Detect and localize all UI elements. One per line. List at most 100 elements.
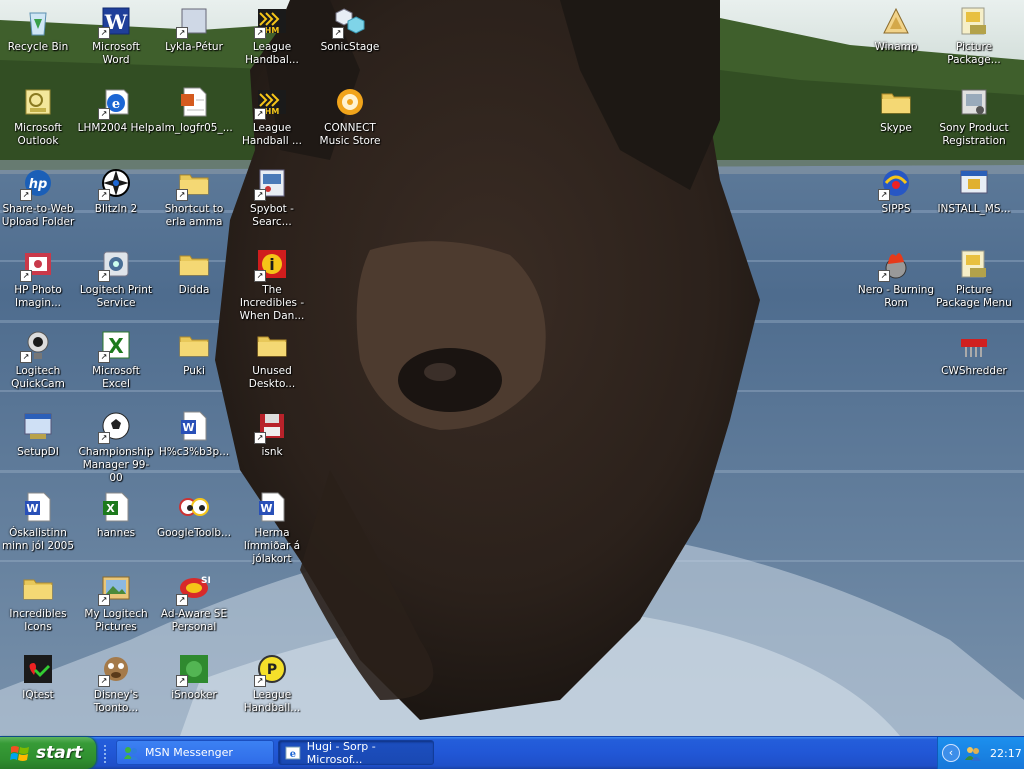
folder-icon (177, 328, 211, 362)
desktop-icon-label: Microsoft Word (92, 41, 140, 66)
desktop-icon-incredibles-icons[interactable]: Incredibles Icons (0, 569, 77, 634)
desktop-icon-setupdi[interactable]: SetupDI (0, 407, 77, 459)
folder-icon (177, 247, 211, 281)
desktop-icon-didda[interactable]: Didda (155, 245, 233, 297)
windows-flag-icon (10, 746, 29, 761)
system-tray: ‹ 22:17 (937, 737, 1024, 769)
desktop[interactable]: Recycle Bin W ↗ Microsoft Word ↗ Lykla-Pétur H… (0, 0, 1024, 736)
taskbar-grip[interactable] (104, 745, 109, 763)
desktop-icon-sonicstage[interactable]: ↗ SonicStage (311, 2, 389, 54)
desktop-icon-connect-music-store[interactable]: CONNECT Music Store (311, 83, 389, 148)
show-hidden-icons-button[interactable]: ‹ (942, 744, 960, 762)
svg-text:X: X (108, 334, 124, 358)
hp-icon: hp ↗ (20, 166, 55, 201)
word-doc-icon: W (255, 490, 289, 524)
desktop-icon-microsoft-excel[interactable]: X ↗ Microsoft Excel (77, 326, 155, 391)
desktop-icon-picture-package-menu[interactable]: Picture Package Menu (935, 245, 1013, 310)
desktop-icon-winamp[interactable]: Winamp (857, 2, 935, 54)
desktop-icon-label: Óskalistinn minn jól 2005 (1, 527, 75, 552)
taskbar: start MSN Messenger e Hugi - Sorp - Micr… (0, 736, 1024, 769)
desktop-icon-label: Incredibles Icons (9, 608, 67, 633)
desktop-icon-label: Logitech QuickCam (11, 365, 65, 390)
shortcut-arrow-icon: ↗ (98, 675, 110, 687)
desktop-icon-share-to-web-upload-folder[interactable]: hp ↗ Share-to-Web Upload Folder (0, 164, 77, 229)
desktop-icon-unused-deskto[interactable]: Unused Deskto... (233, 326, 311, 391)
handball-icon: HM ↗ (254, 4, 289, 39)
desktop-icon-sony-product-registration[interactable]: Sony Product Registration (935, 83, 1013, 148)
desktop-icon-skalistinn-minn-j-l-2005[interactable]: W Óskalistinn minn jól 2005 (0, 488, 77, 553)
blitzin-icon: ↗ (98, 166, 133, 201)
desktop-icon-puki[interactable]: Puki (155, 326, 233, 378)
desktop-icon-microsoft-word[interactable]: W ↗ Microsoft Word (77, 2, 155, 67)
desktop-icon-isnk[interactable]: ↗ isnk (233, 407, 311, 459)
start-button[interactable]: start (0, 737, 96, 769)
incredibles-icon: i ↗ (254, 247, 289, 282)
desktop-icon-championship-manager-99-00[interactable]: ↗ Championship Manager 99-00 (77, 407, 155, 485)
shortcut-arrow-icon: ↗ (878, 270, 890, 282)
snooker-icon: ↗ (176, 652, 211, 687)
desktop-icon-isnooker[interactable]: ↗ iSnooker (155, 650, 233, 702)
desktop-icon-label: Disney's Toonto... (93, 689, 139, 714)
network-users-icon[interactable] (964, 745, 982, 761)
desktop-icon-hp-photo-imagin[interactable]: ↗ HP Photo Imagin... (0, 245, 77, 310)
desktop-icon-recycle-bin[interactable]: Recycle Bin (0, 2, 77, 54)
desktop-icon-logitech-quickcam[interactable]: ↗ Logitech QuickCam (0, 326, 77, 391)
desktop-icon-league-handbal[interactable]: HM ↗ League Handbal... (233, 2, 311, 67)
desktop-icon-skype[interactable]: Skype (857, 83, 935, 135)
clock[interactable]: 22:17 (990, 747, 1022, 760)
document-icon (177, 85, 211, 119)
desktop-icon-label: Picture Package Menu (936, 284, 1012, 309)
desktop-icon-the-incredibles-when-dan[interactable]: i ↗ The Incredibles - When Dan... (233, 245, 311, 323)
taskbar-button-msn-messenger[interactable]: MSN Messenger (116, 740, 274, 765)
desktop-icon-spybot-searc[interactable]: ↗ Spybot - Searc... (233, 164, 311, 229)
desktop-icon-label: Shortcut to erla amma (164, 203, 224, 228)
shortcut-arrow-icon: ↗ (878, 189, 890, 201)
task-label: MSN Messenger (145, 746, 233, 759)
desktop-icon-herma-l-mmi-ar-j-lakort[interactable]: W Herma límmiðar á jólakort (233, 488, 311, 566)
desktop-icon-label: Nero - Burning Rom (857, 284, 935, 309)
desktop-icon-label: Logitech Print Service (79, 284, 153, 309)
desktop-icon-league-handball[interactable]: HM ↗ League Handball ... (233, 83, 311, 148)
taskbar-button-ie[interactable]: e Hugi - Sorp - Microsof... (278, 740, 434, 766)
start-label: start (36, 743, 83, 763)
desktop-icon-nero-burning-rom[interactable]: ↗ Nero - Burning Rom (857, 245, 935, 310)
desktop-icon-my-logitech-pictures[interactable]: ↗ My Logitech Pictures (77, 569, 155, 634)
desktop-icon-cwshredder[interactable]: CWShredder (935, 326, 1013, 378)
desktop-icon-h-c3-b3p[interactable]: W H%c3%b3p... (155, 407, 233, 459)
shortcut-arrow-icon: ↗ (98, 27, 110, 39)
desktop-icon-label: Herma límmiðar á jólakort (243, 527, 301, 565)
desktop-icon-blitzin-2[interactable]: ↗ BlitzIn 2 (77, 164, 155, 216)
desktop-icon-microsoft-outlook[interactable]: Microsoft Outlook (0, 83, 77, 148)
desktop-icon-alm-logfr05[interactable]: alm_logfr05_... (155, 83, 233, 135)
desktop-icon-shortcut-to-erla-amma[interactable]: ↗ Shortcut to erla amma (155, 164, 233, 229)
desktop-icon-label: Ad-Aware SE Personal (160, 608, 228, 633)
desktop-icon-hannes[interactable]: Xhannes (77, 488, 155, 540)
desktop-icon-label: League Handball ... (242, 122, 302, 147)
desktop-icon-ad-aware-se-personal[interactable]: SE ↗ Ad-Aware SE Personal (155, 569, 233, 634)
desktop-icon-label: SonicStage (320, 41, 380, 53)
desktop-icon-label: The Incredibles - When Dan... (239, 284, 305, 322)
sony-reg-icon (957, 85, 991, 119)
desktop-icon-iqtest[interactable]: IQtest (0, 650, 77, 702)
svg-text:e: e (112, 97, 120, 112)
desktop-icon-league-handball[interactable]: P ↗ League Handball... (233, 650, 311, 715)
desktop-icon-label: League Handball... (243, 689, 301, 714)
desktop-icon-lhm2004-help[interactable]: e ↗ LHM2004 Help (77, 83, 155, 135)
desktop-icon-label: isnk (261, 446, 283, 458)
desktop-icon-googletoolb[interactable]: GoogleToolb... (155, 488, 233, 540)
shortcut-arrow-icon: ↗ (98, 351, 110, 363)
desktop-icon-sipps[interactable]: ↗ SIPPS (857, 164, 935, 216)
desktop-icon-disney-s-toonto[interactable]: ↗ Disney's Toonto... (77, 650, 155, 715)
picture-package-icon (957, 4, 991, 38)
floppy-icon: ↗ (254, 409, 289, 444)
folder-icon (879, 85, 913, 119)
pictures-icon: ↗ (98, 571, 133, 606)
recycle-bin-icon (21, 4, 55, 38)
shredder-icon (957, 328, 991, 362)
desktop-icon-label: Microsoft Outlook (14, 122, 62, 147)
shortcut-arrow-icon: ↗ (254, 108, 266, 120)
desktop-icon-picture-package[interactable]: Picture Package... (935, 2, 1013, 67)
desktop-icon-logitech-print-service[interactable]: ↗ Logitech Print Service (77, 245, 155, 310)
desktop-icon-install-ms[interactable]: INSTALL_MS... (935, 164, 1013, 216)
desktop-icon-lykla-p-tur[interactable]: ↗ Lykla-Pétur (155, 2, 233, 54)
